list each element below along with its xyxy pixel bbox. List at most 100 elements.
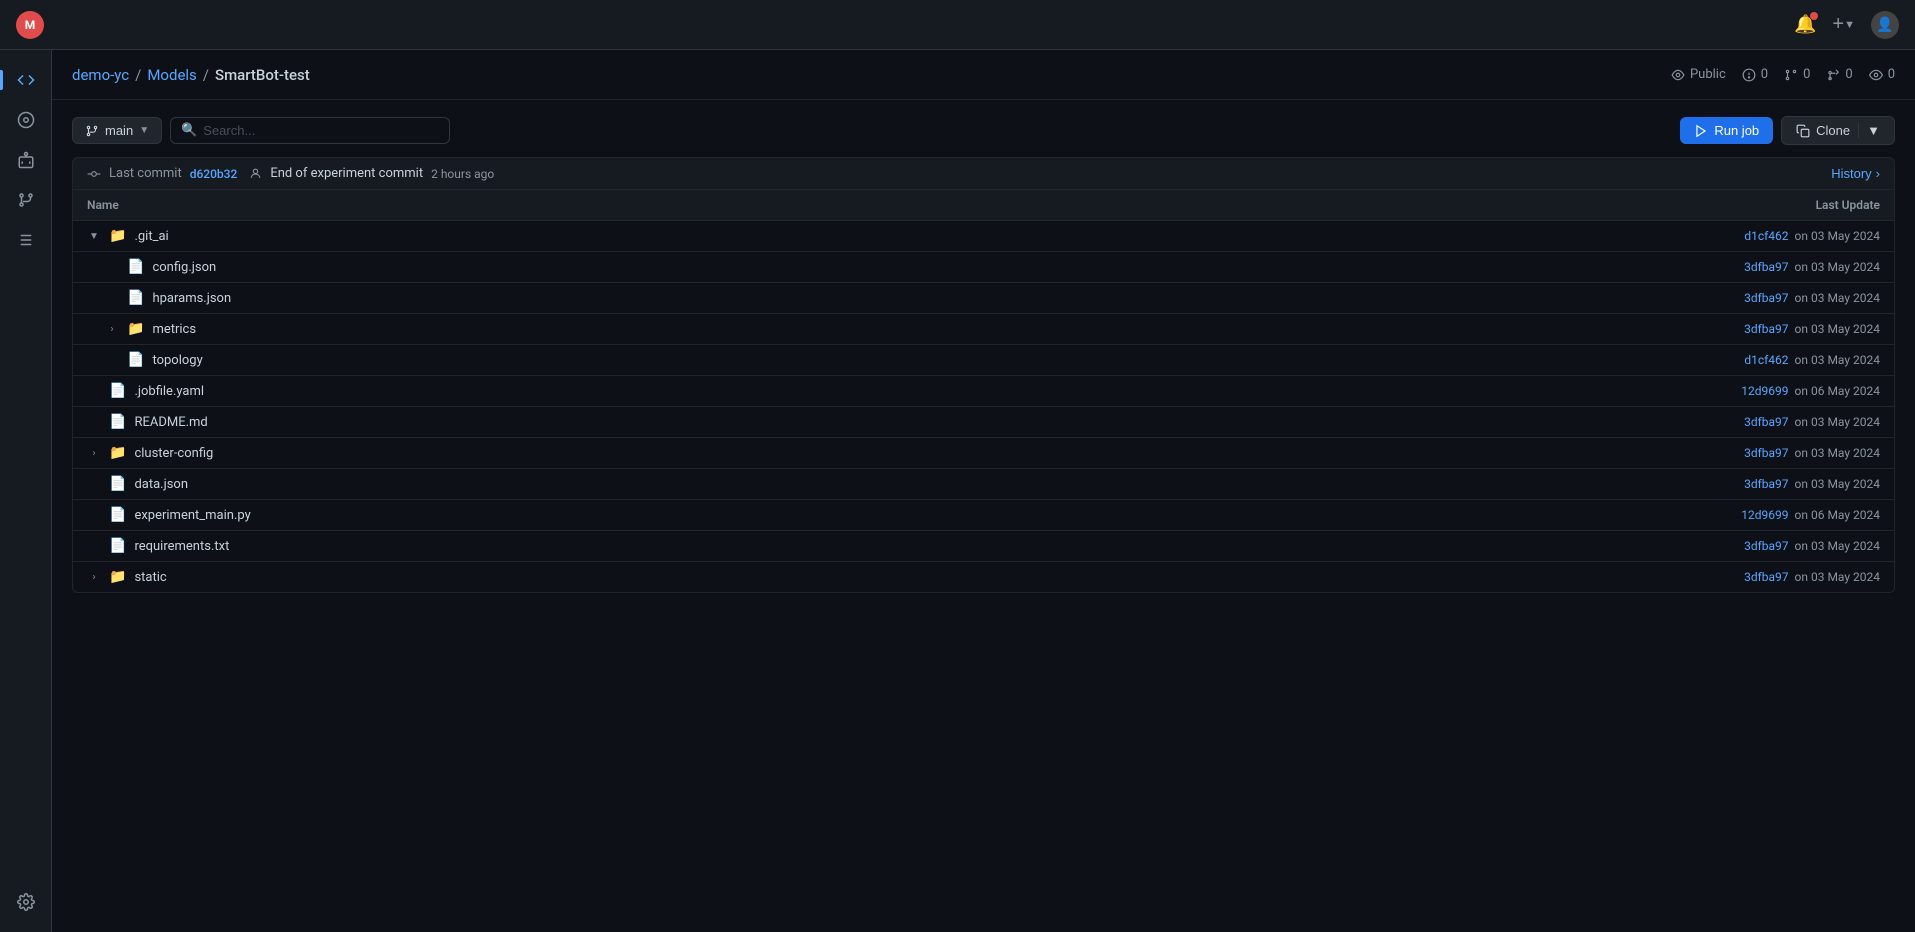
new-item-button[interactable]: + ▼: [1832, 13, 1855, 36]
breadcrumb-sep2: /: [203, 66, 209, 84]
breadcrumb-meta: Public 0 0 0 0: [1671, 67, 1895, 82]
commit-hash-link[interactable]: 12d9699: [1741, 508, 1788, 522]
file-name[interactable]: hparams.json: [152, 291, 231, 306]
commit-hash-link[interactable]: d1cf462: [1744, 229, 1788, 243]
forks-count[interactable]: 0: [1826, 67, 1852, 82]
file-date: on 03 May 2024: [1795, 415, 1880, 429]
table-row[interactable]: 📄 config.json 3dfba97 on 03 May 2024: [73, 252, 1894, 283]
toolbar-left: main ▼ 🔍: [72, 117, 450, 144]
table-row[interactable]: 📄 README.md 3dfba97 on 03 May 2024: [73, 407, 1894, 438]
table-row[interactable]: 📄 requirements.txt 3dfba97 on 03 May 202…: [73, 531, 1894, 562]
commit-hash-link[interactable]: 3dfba97: [1744, 539, 1788, 553]
table-row[interactable]: 📄 experiment_main.py 12d9699 on 06 May 2…: [73, 500, 1894, 531]
breadcrumb-sep1: /: [135, 66, 141, 84]
search-input[interactable]: [203, 123, 439, 138]
file-name[interactable]: .git_ai: [134, 229, 168, 244]
commit-right: History ›: [1831, 166, 1880, 181]
name-column-header: Name: [87, 198, 119, 212]
table-row[interactable]: › 📁 cluster-config 3dfba97 on 03 May 202…: [73, 438, 1894, 469]
folder-icon: 📁: [109, 445, 126, 461]
watchers-count[interactable]: 0: [1869, 67, 1895, 82]
file-name[interactable]: .jobfile.yaml: [134, 384, 204, 399]
clone-button[interactable]: Clone ▼: [1781, 116, 1895, 145]
file-icon: 📄: [109, 476, 126, 492]
file-meta: d1cf462 on 03 May 2024: [1744, 353, 1880, 367]
search-icon: 🔍: [181, 123, 197, 138]
sidebar-item-settings[interactable]: [8, 884, 44, 920]
commit-row: Last commit d620b32 End of experiment co…: [72, 157, 1895, 190]
file-name-col: 📄 experiment_main.py: [87, 507, 1741, 523]
file-name[interactable]: config.json: [152, 260, 216, 275]
expand-icon[interactable]: ›: [105, 324, 119, 335]
breadcrumb-org[interactable]: demo-yc: [72, 66, 129, 84]
file-name-col: 📄 README.md: [87, 414, 1744, 430]
folder-icon: 📁: [109, 569, 126, 585]
commit-hash-link[interactable]: 3dfba97: [1744, 446, 1788, 460]
file-date: on 03 May 2024: [1795, 260, 1880, 274]
file-meta: 3dfba97 on 03 May 2024: [1744, 477, 1880, 491]
file-icon: 📄: [127, 290, 144, 306]
file-meta: 12d9699 on 06 May 2024: [1741, 508, 1880, 522]
file-date: on 06 May 2024: [1795, 384, 1880, 398]
file-name-col: 📄 requirements.txt: [87, 538, 1744, 554]
sidebar-item-bot[interactable]: [8, 142, 44, 178]
notification-badge: [1810, 12, 1818, 20]
table-row[interactable]: ▼ 📁 .git_ai d1cf462 on 03 May 2024: [73, 221, 1894, 252]
file-date: on 06 May 2024: [1795, 508, 1880, 522]
last-update-column-header: Last Update: [1816, 198, 1880, 212]
file-name[interactable]: data.json: [134, 477, 188, 492]
branch-selector[interactable]: main ▼: [72, 117, 162, 144]
breadcrumb-repo[interactable]: Models: [147, 66, 196, 84]
file-name[interactable]: metrics: [152, 322, 196, 337]
sidebar-item-pipelines[interactable]: [8, 222, 44, 258]
user-menu-button[interactable]: 👤: [1871, 11, 1899, 39]
file-name-col: ▼ 📁 .git_ai: [87, 228, 1744, 244]
file-browser: Last commit d620b32 End of experiment co…: [72, 157, 1895, 593]
table-row[interactable]: › 📁 static 3dfba97 on 03 May 2024: [73, 562, 1894, 592]
commit-hash-link[interactable]: 3dfba97: [1744, 291, 1788, 305]
file-name[interactable]: experiment_main.py: [134, 508, 250, 523]
expand-icon[interactable]: ›: [87, 572, 101, 583]
file-meta: 3dfba97 on 03 May 2024: [1744, 539, 1880, 553]
last-commit-label: Last commit: [109, 166, 182, 181]
file-name[interactable]: topology: [152, 353, 202, 368]
file-date: on 03 May 2024: [1795, 477, 1880, 491]
table-row[interactable]: 📄 topology d1cf462 on 03 May 2024: [73, 345, 1894, 376]
file-name-col: › 📁 static: [87, 569, 1744, 585]
expand-icon[interactable]: ›: [87, 448, 101, 459]
prs-count[interactable]: 0: [1784, 67, 1810, 82]
breadcrumb-bar: demo-yc / Models / SmartBot-test Public …: [52, 50, 1915, 100]
commit-hash-link[interactable]: d1cf462: [1744, 353, 1788, 367]
commit-hash[interactable]: d620b32: [190, 167, 238, 181]
file-meta: 3dfba97 on 03 May 2024: [1744, 260, 1880, 274]
file-meta: 3dfba97 on 03 May 2024: [1744, 415, 1880, 429]
commit-hash-link[interactable]: 3dfba97: [1744, 570, 1788, 584]
expand-icon[interactable]: ▼: [87, 231, 101, 242]
sidebar-item-code[interactable]: [8, 62, 44, 98]
commit-hash-link[interactable]: 12d9699: [1741, 384, 1788, 398]
file-name[interactable]: requirements.txt: [134, 539, 229, 554]
file-name[interactable]: cluster-config: [134, 446, 213, 461]
file-name-col: › 📁 metrics: [105, 321, 1744, 337]
commit-hash-link[interactable]: 3dfba97: [1744, 415, 1788, 429]
file-name[interactable]: static: [134, 570, 166, 585]
commit-hash-link[interactable]: 3dfba97: [1744, 477, 1788, 491]
notifications-button[interactable]: 🔔: [1794, 14, 1816, 35]
table-row[interactable]: 📄 data.json 3dfba97 on 03 May 2024: [73, 469, 1894, 500]
commit-message: End of experiment commit: [270, 166, 423, 181]
clone-dropdown-arrow[interactable]: ▼: [1858, 123, 1880, 138]
app-logo[interactable]: M: [16, 11, 44, 39]
table-row[interactable]: › 📁 metrics 3dfba97 on 03 May 2024: [73, 314, 1894, 345]
issues-count[interactable]: 0: [1742, 67, 1768, 82]
table-row[interactable]: 📄 hparams.json 3dfba97 on 03 May 2024: [73, 283, 1894, 314]
file-name[interactable]: README.md: [134, 415, 207, 430]
run-job-button[interactable]: Run job: [1680, 117, 1773, 144]
file-name-col: 📄 .jobfile.yaml: [87, 383, 1741, 399]
sidebar-item-explore[interactable]: [8, 102, 44, 138]
commit-hash-link[interactable]: 3dfba97: [1744, 260, 1788, 274]
sidebar-item-prs[interactable]: [8, 182, 44, 218]
table-row[interactable]: 📄 .jobfile.yaml 12d9699 on 06 May 2024: [73, 376, 1894, 407]
commit-hash-link[interactable]: 3dfba97: [1744, 322, 1788, 336]
breadcrumb-current: SmartBot-test: [215, 66, 310, 84]
history-button[interactable]: History ›: [1831, 166, 1880, 181]
